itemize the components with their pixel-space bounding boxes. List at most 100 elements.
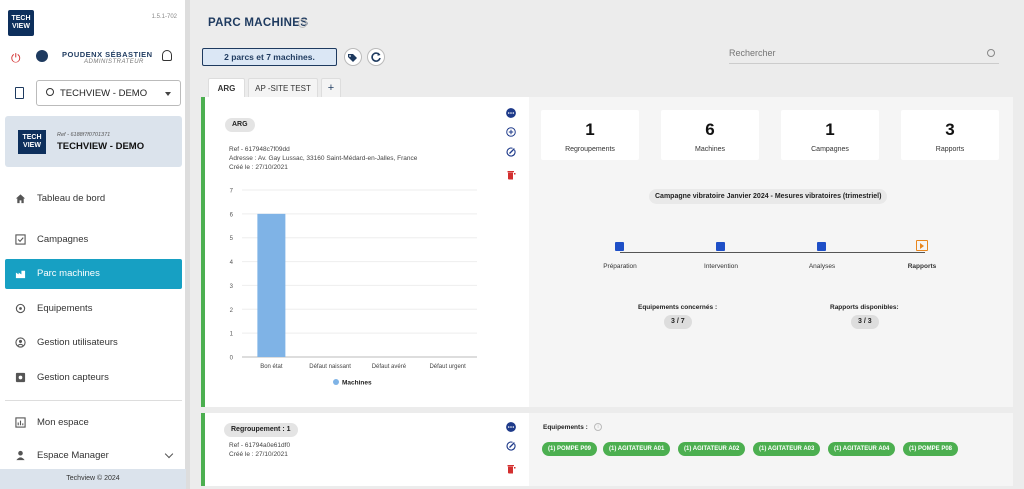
- stat-rapports: 3 Rapports: [901, 110, 999, 160]
- equip-concerned-label: Equipements concernés :: [638, 304, 718, 311]
- sidebar-scrollbar[interactable]: [186, 0, 190, 489]
- y-tick-label: 5: [230, 236, 234, 242]
- equipment-chip[interactable]: (1) POMPE P09: [542, 442, 598, 456]
- techview-logo: TECH VIEW: [8, 10, 34, 36]
- edit-icon[interactable]: [506, 147, 516, 157]
- bar: [257, 213, 286, 357]
- nav-label: Gestion capteurs: [37, 372, 109, 383]
- site-selector-value: TECHVIEW - DEMO: [60, 88, 148, 99]
- park-address: Adresse : Av. Gay Lussac, 33160 Saint-Mé…: [229, 155, 418, 162]
- info-icon[interactable]: i: [298, 19, 307, 28]
- park-name: ARG: [225, 118, 255, 132]
- search-input[interactable]: [729, 48, 979, 58]
- tab-ap-site-test[interactable]: AP -SITE TEST: [248, 78, 318, 97]
- stat-campagnes: 1 Campagnes: [781, 110, 879, 160]
- timeline-line: [620, 252, 925, 253]
- home-icon: [15, 194, 26, 204]
- nav-label: Espace Manager: [37, 450, 109, 461]
- user-name: POUDENX SÉBASTIEN: [62, 50, 153, 59]
- clipboard-icon[interactable]: [15, 87, 24, 99]
- stat-value: 3: [945, 120, 955, 139]
- campaign-title[interactable]: Campagne vibratoire Janvier 2024 - Mesur…: [649, 189, 888, 204]
- sidebar: TECH VIEW 1.5.1-702 ⏻ POUDENX SÉBASTIEN A…: [0, 0, 186, 489]
- equipment-chip[interactable]: (1) AGITATEUR A01: [603, 442, 671, 456]
- nav-parc-machines[interactable]: Parc machines: [5, 259, 182, 289]
- step-label: Analyses: [808, 263, 836, 270]
- nav-espace-manager[interactable]: Espace Manager: [5, 441, 182, 471]
- reports-available-value: 3 / 3: [851, 315, 879, 329]
- stat-label: Machines: [695, 146, 725, 153]
- more-icon[interactable]: [506, 108, 516, 118]
- equipments-label: Equipements :: [543, 424, 588, 431]
- refresh-button[interactable]: [367, 48, 385, 66]
- nav-label: Gestion utilisateurs: [37, 337, 118, 348]
- chart-icon: [15, 417, 26, 428]
- nav-tableau-de-bord[interactable]: Tableau de bord: [5, 184, 182, 214]
- nav-gestion-capteurs[interactable]: Gestion capteurs: [5, 363, 182, 393]
- more-icon[interactable]: [506, 422, 516, 432]
- refresh-icon: [371, 52, 381, 62]
- group-created: Créé le : 27/10/2021: [229, 451, 288, 458]
- sidebar-footer: Techview © 2024: [0, 469, 186, 489]
- park-ref: Ref - 617948c7f09dd: [229, 146, 290, 153]
- delete-icon[interactable]: [506, 170, 516, 180]
- users-icon: [15, 337, 26, 348]
- stat-label: Regroupements: [565, 146, 615, 153]
- app-version: 1.5.1-702: [151, 14, 177, 20]
- search-box[interactable]: [729, 48, 999, 64]
- bell-icon[interactable]: [162, 50, 172, 61]
- stat-regroupements: 1 Regroupements: [541, 110, 639, 160]
- sensor-icon: [15, 372, 26, 383]
- y-tick-label: 3: [230, 284, 234, 290]
- step-label: Intervention: [704, 263, 738, 270]
- page-title: PARC MACHINES: [208, 17, 309, 29]
- equip-concerned-value: 3 / 7: [664, 315, 692, 329]
- nav-campagnes[interactable]: Campagnes: [5, 225, 182, 255]
- nav-label: Equipements: [37, 303, 93, 314]
- nav-equipements[interactable]: Equipements: [5, 294, 182, 324]
- caret-down-icon: [165, 92, 171, 96]
- y-tick-label: 0: [230, 356, 234, 362]
- stat-label: Rapports: [935, 146, 965, 153]
- step-check-icon: [716, 242, 725, 251]
- legend-swatch: [333, 379, 339, 385]
- tags-icon: [348, 54, 357, 62]
- y-tick-label: 7: [230, 189, 234, 195]
- stat-value: 1: [585, 120, 595, 139]
- user-role: ADMINISTRATEUR: [84, 59, 144, 65]
- equipment-chip[interactable]: (1) POMPE P08: [903, 442, 959, 456]
- search-icon: [46, 88, 54, 96]
- summary-button[interactable]: 2 parcs et 7 machines.: [202, 48, 337, 66]
- info-icon[interactable]: i: [594, 423, 602, 431]
- equipment-chip[interactable]: (1) AGITATEUR A03: [753, 442, 821, 456]
- add-icon[interactable]: [506, 127, 516, 137]
- delete-icon[interactable]: [506, 464, 516, 474]
- stat-machines: 6 Machines: [661, 110, 759, 160]
- stat-value: 1: [825, 120, 835, 139]
- machines-chart: 0 1 2 3 4 5 6 7 Bon état Défaut naissant Défaut av…: [230, 189, 477, 387]
- chevron-down-icon: [164, 449, 174, 459]
- y-tick-label: 2: [230, 308, 234, 314]
- stat-value: 6: [705, 120, 715, 139]
- site-name: TECHVIEW - DEMO: [57, 141, 145, 152]
- nav-label: Parc machines: [37, 268, 100, 279]
- equipment-chip[interactable]: (1) AGITATEUR A04: [828, 442, 896, 456]
- x-tick-label: Défaut naissant: [309, 364, 351, 370]
- tag-button[interactable]: [344, 48, 362, 66]
- site-selector[interactable]: TECHVIEW - DEMO: [36, 80, 181, 106]
- x-tick-label: Bon état: [260, 364, 283, 370]
- power-icon[interactable]: ⏻: [11, 51, 21, 66]
- y-tick-label: 6: [230, 212, 234, 218]
- x-tick-label: Défaut avéré: [372, 364, 407, 370]
- equipment-chip[interactable]: (1) AGITATEUR A02: [678, 442, 746, 456]
- group-name: Regroupement : 1: [224, 423, 298, 437]
- nav-mon-espace[interactable]: Mon espace: [5, 408, 182, 438]
- tab-add[interactable]: +: [321, 78, 341, 97]
- site-card: TECH VIEW Ref - 6188f7f0701371 TECHVIEW -…: [5, 116, 182, 167]
- edit-icon[interactable]: [506, 441, 516, 451]
- search-icon[interactable]: [987, 49, 995, 57]
- nav-gestion-utilisateurs[interactable]: Gestion utilisateurs: [5, 328, 182, 358]
- legend-label: Machines: [342, 380, 372, 387]
- tab-arg[interactable]: ARG: [208, 78, 245, 97]
- step-label: Préparation: [603, 263, 637, 270]
